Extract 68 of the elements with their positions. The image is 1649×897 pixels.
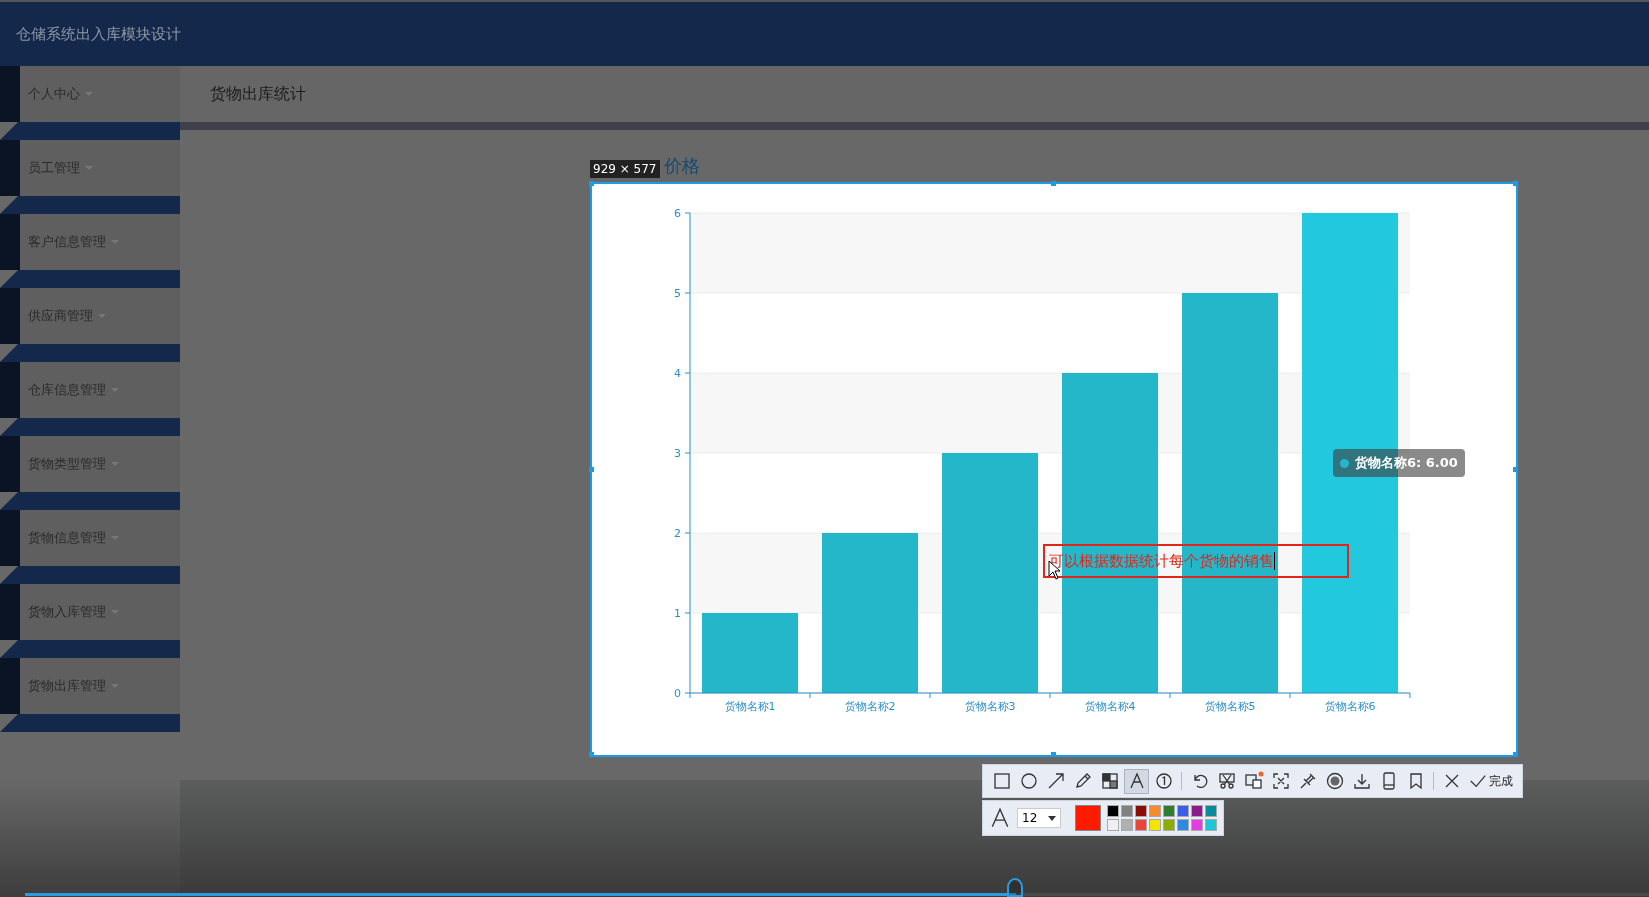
y-tick-label: 5 <box>674 287 681 300</box>
resize-handle[interactable] <box>589 752 594 757</box>
x-tick-label: 货物名称2 <box>844 700 896 713</box>
color-swatch[interactable] <box>1177 805 1189 817</box>
y-tick-label: 6 <box>674 207 681 220</box>
page-title: 货物出库统计 <box>210 83 306 105</box>
resize-handle[interactable] <box>589 181 594 186</box>
color-swatch[interactable] <box>1191 805 1203 817</box>
color-swatch[interactable] <box>1149 819 1161 831</box>
color-swatch[interactable] <box>1205 805 1217 817</box>
sidebar-strip <box>0 288 20 344</box>
caret-icon <box>1048 815 1056 821</box>
resize-handle[interactable] <box>1051 181 1056 186</box>
rect-icon <box>991 771 1012 791</box>
sidebar-strip <box>0 66 20 122</box>
color-swatch[interactable] <box>1107 805 1119 817</box>
x-tick-label: 货物名称1 <box>724 700 776 713</box>
color-swatch[interactable] <box>1121 819 1133 831</box>
sidebar-strip <box>0 436 20 492</box>
y-tick-label: 4 <box>674 367 681 380</box>
color-swatch[interactable] <box>1177 819 1189 831</box>
chart-title: 价格 <box>664 154 700 178</box>
sidebar-strip <box>0 214 20 270</box>
ellipse-icon <box>1018 771 1039 791</box>
cut-icon <box>1216 771 1237 791</box>
y-tick-label: 3 <box>674 447 681 460</box>
color-swatch[interactable] <box>1135 819 1147 831</box>
y-tick-label: 0 <box>674 687 681 700</box>
resize-handle[interactable] <box>1513 466 1518 472</box>
color-swatch[interactable] <box>1163 805 1175 817</box>
progress-handle[interactable] <box>1006 878 1023 897</box>
size-label: 929 × 577 <box>590 160 660 178</box>
resize-handle[interactable] <box>1051 752 1056 757</box>
tool-button[interactable] <box>1124 768 1149 794</box>
y-tick-label: 2 <box>674 527 681 540</box>
x-tick-label: 货物名称4 <box>1084 700 1136 713</box>
check-icon <box>1469 772 1487 790</box>
color-swatch[interactable] <box>1149 805 1161 817</box>
x-tick-label: 货物名称3 <box>964 700 1016 713</box>
color-swatch[interactable] <box>1191 819 1203 831</box>
sidebar-strip <box>0 140 20 196</box>
font-size-dropdown[interactable]: 12 <box>1017 808 1061 828</box>
color-swatch[interactable] <box>1107 819 1119 831</box>
done-button[interactable]: 完成 <box>1466 768 1516 794</box>
translate-icon <box>1243 771 1264 791</box>
font-icon <box>989 807 1011 829</box>
y-tick-label: 1 <box>674 607 681 620</box>
current-color-swatch[interactable] <box>1075 805 1101 831</box>
sidebar-strip <box>0 584 20 640</box>
app-title: 仓储系统出入库模块设计 <box>16 24 181 44</box>
resize-handle[interactable] <box>1513 752 1518 757</box>
number-icon <box>1153 771 1174 791</box>
download-icon <box>1351 771 1372 791</box>
color-swatch[interactable] <box>1163 819 1175 831</box>
resize-handle[interactable] <box>1513 181 1518 186</box>
record-icon <box>1324 771 1345 791</box>
series-dot-icon <box>1340 458 1349 468</box>
resize-handle[interactable] <box>589 466 594 472</box>
ocr-icon <box>1270 771 1291 791</box>
sidebar-strip <box>0 510 20 566</box>
x-tick-label: 货物名称5 <box>1204 700 1256 713</box>
x-tick-label: 货物名称6 <box>1324 700 1376 713</box>
color-swatch[interactable] <box>1135 805 1147 817</box>
color-swatch[interactable] <box>1205 819 1217 831</box>
sidebar-strip <box>0 362 20 418</box>
sidebar-strip <box>0 658 20 714</box>
color-swatch[interactable] <box>1121 805 1133 817</box>
mosaic-icon <box>1099 771 1120 791</box>
